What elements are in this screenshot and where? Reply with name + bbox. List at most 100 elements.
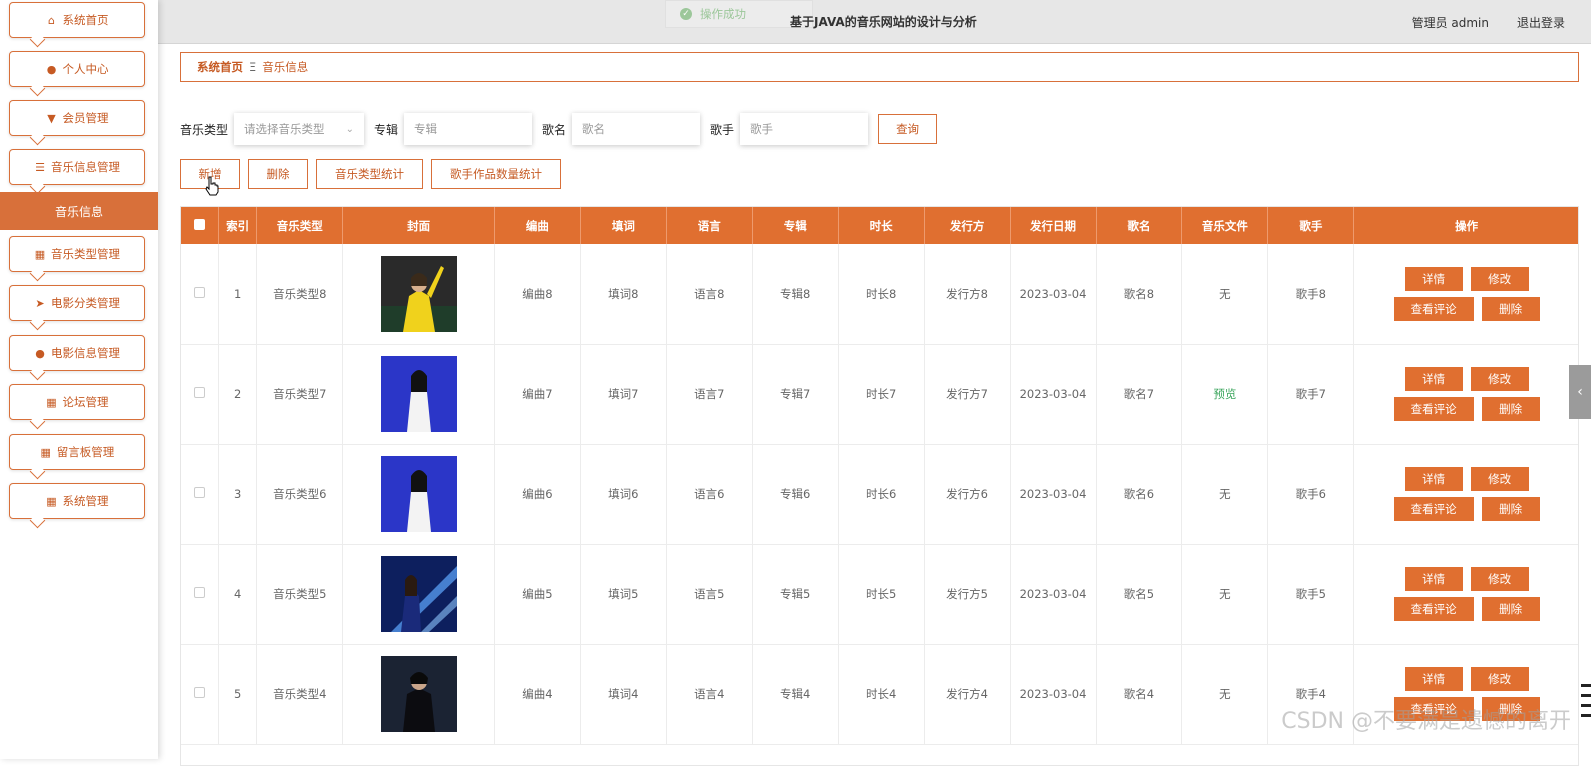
chevron-left-icon: ‹ xyxy=(1577,384,1583,400)
sidebar-item-music-type[interactable]: ▦ 音乐类型管理 xyxy=(9,236,145,272)
col-language: 语言 xyxy=(666,207,753,244)
detail-button[interactable]: 详情 xyxy=(1404,567,1463,591)
view-comments-button[interactable]: 查看评论 xyxy=(1393,497,1474,521)
sidebar-item-movie-category[interactable]: ➤ 电影分类管理 xyxy=(9,285,145,321)
delete-button[interactable]: 删除 xyxy=(248,159,308,189)
cell-duration: 时长4 xyxy=(838,644,925,745)
singer-input[interactable]: 歌手 xyxy=(740,113,869,145)
cell-singer: 歌手6 xyxy=(1267,444,1355,545)
cell-index: 5 xyxy=(218,644,258,745)
edit-button[interactable]: 修改 xyxy=(1470,266,1529,291)
logout-link[interactable]: 退出登录 xyxy=(1517,14,1565,31)
view-comments-button[interactable]: 查看评论 xyxy=(1393,397,1474,421)
edit-button[interactable]: 修改 xyxy=(1470,467,1529,491)
breadcrumb-separator: Ξ xyxy=(249,60,257,74)
row-checkbox[interactable] xyxy=(193,687,205,698)
cell-language: 语言5 xyxy=(666,544,753,645)
select-all-checkbox[interactable] xyxy=(193,218,205,230)
home-icon: ⌂ xyxy=(48,13,55,27)
row-delete-button[interactable]: 删除 xyxy=(1481,296,1540,321)
sidebar-item-personal[interactable]: ● 个人中心 xyxy=(9,51,145,87)
toast-text: 操作成功 xyxy=(700,7,746,21)
col-operations: 操作 xyxy=(1353,207,1578,244)
grid-icon: ▦ xyxy=(34,247,46,261)
detail-button[interactable]: 详情 xyxy=(1404,667,1463,691)
sidebar-item-message-board[interactable]: ▦ 留言板管理 xyxy=(9,434,145,470)
col-lyric: 填词 xyxy=(580,207,667,244)
col-cover: 封面 xyxy=(342,207,495,244)
detail-button[interactable]: 详情 xyxy=(1404,367,1463,391)
query-button[interactable]: 查询 xyxy=(878,114,938,144)
type-label: 音乐类型 xyxy=(180,122,229,137)
sidebar-item-members[interactable]: ▼ 会员管理 xyxy=(9,100,145,136)
cell-lyric: 填词4 xyxy=(580,644,667,745)
cell-language: 语言7 xyxy=(666,344,753,445)
edit-button[interactable]: 修改 xyxy=(1470,667,1529,691)
cell-publisher: 发行方4 xyxy=(924,644,1011,745)
cell-publisher: 发行方7 xyxy=(924,344,1011,445)
col-arrange: 编曲 xyxy=(494,207,581,244)
sidebar-item-forum[interactable]: ▦ 论坛管理 xyxy=(9,384,145,420)
send-icon: ➤ xyxy=(35,296,45,310)
edit-button[interactable]: 修改 xyxy=(1470,367,1529,391)
cell-operations: 详情 修改查看评论 删除 xyxy=(1353,344,1578,445)
cell-file: 无 xyxy=(1181,544,1269,645)
edit-button[interactable]: 修改 xyxy=(1470,567,1529,591)
cell-date: 2023-03-04 xyxy=(1010,544,1097,645)
music-type-select[interactable]: 请选择音乐类型 ⌄ xyxy=(234,113,365,145)
row-delete-button[interactable]: 删除 xyxy=(1481,397,1540,421)
cover-image xyxy=(343,456,494,532)
cell-type: 音乐类型5 xyxy=(256,544,344,645)
album-label: 专辑 xyxy=(374,122,399,137)
cell-album: 专辑7 xyxy=(752,344,839,445)
album-input[interactable]: 专辑 xyxy=(404,113,533,145)
cell-file: 无 xyxy=(1181,644,1269,745)
col-song: 歌名 xyxy=(1096,207,1183,244)
col-index: 索引 xyxy=(218,207,258,244)
row-checkbox[interactable] xyxy=(193,387,205,398)
breadcrumb-home[interactable]: 系统首页 xyxy=(197,59,243,75)
album-placeholder: 专辑 xyxy=(414,122,438,136)
singer-works-stats-button[interactable]: 歌手作品数量统计 xyxy=(431,159,561,189)
song-input[interactable]: 歌名 xyxy=(572,113,701,145)
row-checkbox[interactable] xyxy=(193,587,205,598)
cell-album: 专辑5 xyxy=(752,544,839,645)
cover-image xyxy=(343,255,494,332)
row-delete-button[interactable]: 删除 xyxy=(1481,597,1540,621)
row-checkbox[interactable] xyxy=(193,286,205,298)
sidebar-item-home[interactable]: ⌂ 系统首页 xyxy=(9,2,145,38)
cell-language: 语言4 xyxy=(666,644,753,745)
cell-duration: 时长5 xyxy=(838,544,925,645)
sidebar-item-label: 论坛管理 xyxy=(62,395,109,409)
detail-button[interactable]: 详情 xyxy=(1404,467,1463,491)
sidebar-item-label: 系统管理 xyxy=(62,494,109,508)
cell-operations: 详情 修改查看评论 删除 xyxy=(1353,544,1578,645)
singer-label: 歌手 xyxy=(710,122,735,137)
row-checkbox[interactable] xyxy=(193,487,205,498)
cell-singer: 歌手8 xyxy=(1267,244,1355,345)
cell-duration: 时长7 xyxy=(838,344,925,445)
cell-duration: 时长8 xyxy=(838,244,925,345)
side-expand-tab[interactable]: ‹ xyxy=(1569,365,1591,419)
sidebar-subitem-music-info[interactable]: 音乐信息 xyxy=(0,192,158,230)
cell-publisher: 发行方5 xyxy=(924,544,1011,645)
cell-file: 预览 xyxy=(1181,344,1269,445)
sidebar-item-movie-info[interactable]: ● 电影信息管理 xyxy=(9,335,145,371)
cell-index: 2 xyxy=(218,344,258,445)
col-file: 音乐文件 xyxy=(1181,207,1269,244)
cell-index: 3 xyxy=(218,444,258,545)
row-delete-button[interactable]: 删除 xyxy=(1481,497,1540,521)
view-comments-button[interactable]: 查看评论 xyxy=(1393,296,1474,321)
music-file-link[interactable]: 预览 xyxy=(1213,387,1236,401)
sidebar-item-system[interactable]: ▦ 系统管理 xyxy=(9,483,145,519)
view-comments-button[interactable]: 查看评论 xyxy=(1393,597,1474,621)
detail-button[interactable]: 详情 xyxy=(1404,266,1463,291)
sidebar-item-music-info[interactable]: ☰ 音乐信息管理 xyxy=(9,149,145,185)
music-file-link: 无 xyxy=(1219,687,1231,701)
grid-nine-icon: ▦ xyxy=(40,445,51,459)
bulb-icon: ● xyxy=(35,346,45,360)
sidebar-item-label: 系统首页 xyxy=(62,13,109,27)
grid-icon: ▦ xyxy=(46,494,57,508)
row-select-cell xyxy=(181,244,219,345)
music-type-stats-button[interactable]: 音乐类型统计 xyxy=(316,159,423,189)
